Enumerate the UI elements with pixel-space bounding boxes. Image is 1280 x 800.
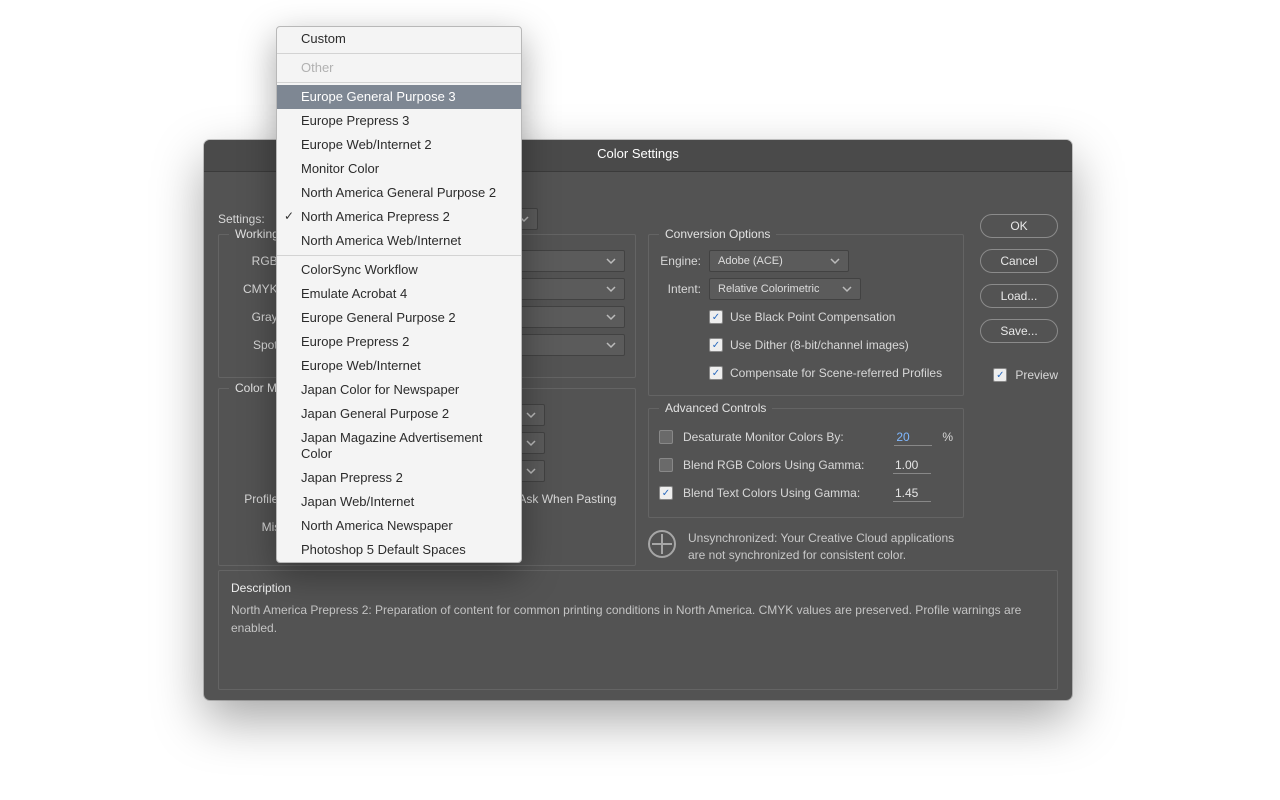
ok-button[interactable]: OK <box>980 214 1058 238</box>
load-button[interactable]: Load... <box>980 284 1058 308</box>
blend-text-input[interactable] <box>893 485 931 502</box>
dd-item[interactable]: Europe Web/Internet <box>277 354 521 378</box>
dd-item[interactable]: Europe General Purpose 3 <box>277 85 521 109</box>
dd-item-custom[interactable]: Custom <box>277 27 521 51</box>
dd-item[interactable]: Japan Web/Internet <box>277 490 521 514</box>
blend-text-label: Blend Text Colors Using Gamma: <box>683 486 883 500</box>
desaturate-checkbox[interactable]: ✓ <box>659 430 673 444</box>
dd-item[interactable]: North America General Purpose 2 <box>277 181 521 205</box>
blend-rgb-checkbox[interactable]: ✓ <box>659 458 673 472</box>
dd-item[interactable]: Photoshop 5 Default Spaces <box>277 538 521 562</box>
compensate-checkbox[interactable]: ✓Compensate for Scene-referred Profiles <box>709 366 942 380</box>
engine-label: Engine: <box>653 254 701 268</box>
dd-separator <box>277 53 521 54</box>
dd-item[interactable]: ColorSync Workflow <box>277 258 521 282</box>
preview-label: Preview <box>1015 368 1058 382</box>
group-title-advanced: Advanced Controls <box>659 401 772 415</box>
conversion-group: Conversion Options Engine: Adobe (ACE) I… <box>648 234 964 396</box>
chevron-down-icon <box>606 284 616 294</box>
chevron-down-icon <box>606 340 616 350</box>
dd-item[interactable]: Europe General Purpose 2 <box>277 306 521 330</box>
dd-item[interactable]: Japan Magazine Advertisement Color <box>277 426 521 466</box>
chevron-down-icon <box>606 312 616 322</box>
ws-cmyk-label: CMYK: <box>223 282 281 296</box>
cancel-button[interactable]: Cancel <box>980 249 1058 273</box>
description-title: Description <box>231 581 1045 595</box>
blend-text-checkbox[interactable]: ✓ <box>659 486 673 500</box>
chevron-down-icon <box>842 284 852 294</box>
desaturate-input[interactable] <box>894 429 932 446</box>
settings-label: Settings: <box>218 212 265 226</box>
advanced-group: Advanced Controls ✓ Desaturate Monitor C… <box>648 408 964 518</box>
dialog-buttons: OK Cancel Load... Save... <box>980 214 1058 354</box>
dd-item[interactable]: Europe Prepress 3 <box>277 109 521 133</box>
save-button[interactable]: Save... <box>980 319 1058 343</box>
dither-checkbox[interactable]: ✓Use Dither (8-bit/channel images) <box>709 338 909 352</box>
description-group: Description North America Prepress 2: Pr… <box>218 570 1058 690</box>
group-title-conversion: Conversion Options <box>659 227 776 241</box>
dd-item[interactable]: Emulate Acrobat 4 <box>277 282 521 306</box>
dd-item[interactable]: North America Newspaper <box>277 514 521 538</box>
dd-item[interactable]: North America Prepress 2 <box>277 205 521 229</box>
description-text: North America Prepress 2: Preparation of… <box>231 601 1045 637</box>
blackpoint-checkbox[interactable]: ✓Use Black Point Compensation <box>709 310 895 324</box>
blend-rgb-label: Blend RGB Colors Using Gamma: <box>683 458 883 472</box>
dd-item[interactable]: North America Web/Internet <box>277 229 521 253</box>
ws-spot-label: Spot: <box>223 338 281 352</box>
engine-select[interactable]: Adobe (ACE) <box>709 250 849 272</box>
desaturate-label: Desaturate Monitor Colors By: <box>683 430 884 444</box>
chevron-down-icon <box>830 256 840 266</box>
sync-status: Unsynchronized: Your Creative Cloud appl… <box>648 530 964 564</box>
preview-checkbox[interactable]: ✓ <box>993 368 1007 382</box>
dd-item[interactable]: Japan Prepress 2 <box>277 466 521 490</box>
settings-dropdown[interactable]: Custom Other Europe General Purpose 3Eur… <box>276 26 522 563</box>
percent-label: % <box>942 430 953 444</box>
chevron-down-icon <box>606 256 616 266</box>
blend-rgb-input[interactable] <box>893 457 931 474</box>
dd-separator <box>277 255 521 256</box>
intent-label: Intent: <box>653 282 701 296</box>
dd-item-other: Other <box>277 56 521 80</box>
dd-separator <box>277 82 521 83</box>
dd-item[interactable]: Europe Prepress 2 <box>277 330 521 354</box>
chevron-down-icon <box>526 410 536 420</box>
dd-item[interactable]: Japan Color for Newspaper <box>277 378 521 402</box>
intent-select[interactable]: Relative Colorimetric <box>709 278 861 300</box>
sync-text: Unsynchronized: Your Creative Cloud appl… <box>688 530 964 564</box>
ws-rgb-label: RGB: <box>223 254 281 268</box>
ws-gray-label: Gray: <box>223 310 281 324</box>
dd-item[interactable]: Europe Web/Internet 2 <box>277 133 521 157</box>
chevron-down-icon <box>526 466 536 476</box>
dd-item[interactable]: Monitor Color <box>277 157 521 181</box>
dd-item[interactable]: Japan General Purpose 2 <box>277 402 521 426</box>
sync-icon <box>648 530 676 558</box>
chevron-down-icon <box>526 438 536 448</box>
